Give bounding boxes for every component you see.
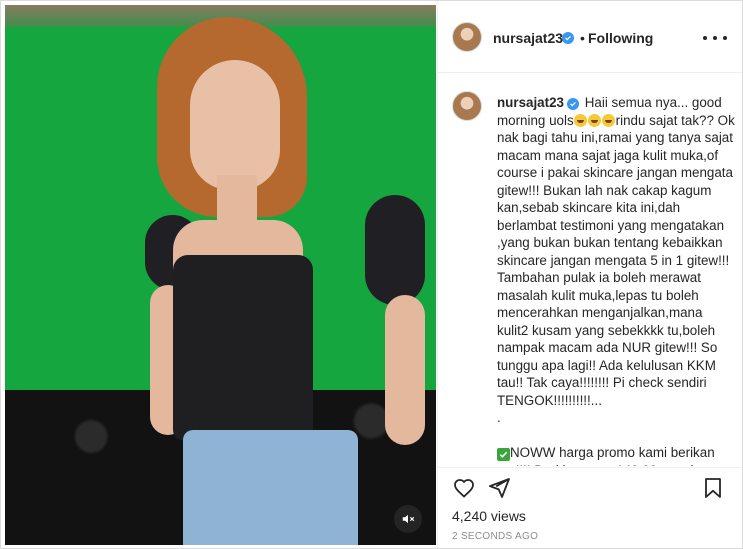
video-subject-arm: [385, 295, 425, 445]
paper-plane-icon: [489, 478, 510, 498]
video-subject-face: [190, 60, 280, 190]
grinning-face-icon: [587, 113, 601, 127]
caption-text: nursajat23 Haii semua nya... good mornin…: [497, 94, 737, 466]
post-actions: 4,240 views 2 SECONDS AGO: [438, 467, 742, 548]
video-subject-sleeve: [365, 195, 425, 305]
video-subject-jeans: [183, 430, 358, 545]
caption-username-link[interactable]: nursajat23: [497, 95, 564, 110]
more-horizontal-icon: [703, 36, 707, 40]
following-button[interactable]: Following: [588, 30, 653, 46]
post-timestamp[interactable]: 2 SECONDS AGO: [452, 531, 538, 542]
more-horizontal-icon: [723, 36, 727, 40]
mute-button[interactable]: [394, 505, 422, 533]
heart-icon: [454, 479, 474, 498]
verified-badge-icon: [562, 32, 574, 44]
caption-dot: .: [497, 410, 501, 425]
post-side-panel: nursajat23 • Following nursajat23 Haii s…: [437, 1, 742, 548]
more-horizontal-icon: [713, 36, 717, 40]
bookmark-icon: [705, 478, 721, 498]
post-header: nursajat23 • Following: [438, 1, 742, 73]
view-count[interactable]: 4,240 views: [452, 508, 526, 524]
check-mark-button-icon: [497, 448, 510, 461]
caption-promo: NOWW harga promo kami berikan tau!!!! Da…: [497, 445, 715, 466]
caption-body: rindu sajat tak?? Ok nak bagi tahu ini,r…: [497, 112, 735, 408]
avatar[interactable]: [452, 22, 482, 52]
post-video[interactable]: [5, 5, 436, 545]
instagram-post-modal: nursajat23 • Following nursajat23 Haii s…: [0, 0, 743, 549]
verified-badge-icon: [567, 98, 579, 110]
share-button[interactable]: [487, 476, 511, 500]
speaker-muted-icon: [402, 514, 415, 524]
video-subject-top: [173, 255, 313, 440]
save-button[interactable]: [701, 476, 725, 500]
grinning-face-icon: [601, 113, 615, 127]
header-username-link[interactable]: nursajat23: [493, 30, 563, 46]
like-button[interactable]: [452, 476, 476, 500]
header-separator: •: [580, 30, 585, 46]
avatar[interactable]: [452, 91, 482, 121]
grinning-face-icon: [573, 113, 587, 127]
more-options-button[interactable]: [703, 28, 727, 48]
caption-area: nursajat23 Haii semua nya... good mornin…: [438, 73, 742, 466]
